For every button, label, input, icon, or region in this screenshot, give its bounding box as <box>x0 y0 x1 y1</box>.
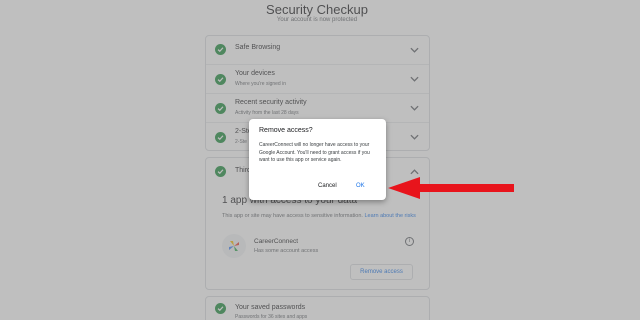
dialog-body: CareerConnect will no longer have access… <box>259 142 370 164</box>
ok-button[interactable]: OK <box>356 183 365 189</box>
cancel-button[interactable]: Cancel <box>318 183 337 189</box>
dialog-title: Remove access? <box>259 127 313 134</box>
security-checkup-page: Security Checkup Your account is now pro… <box>0 0 640 320</box>
red-arrow-icon <box>388 177 514 199</box>
